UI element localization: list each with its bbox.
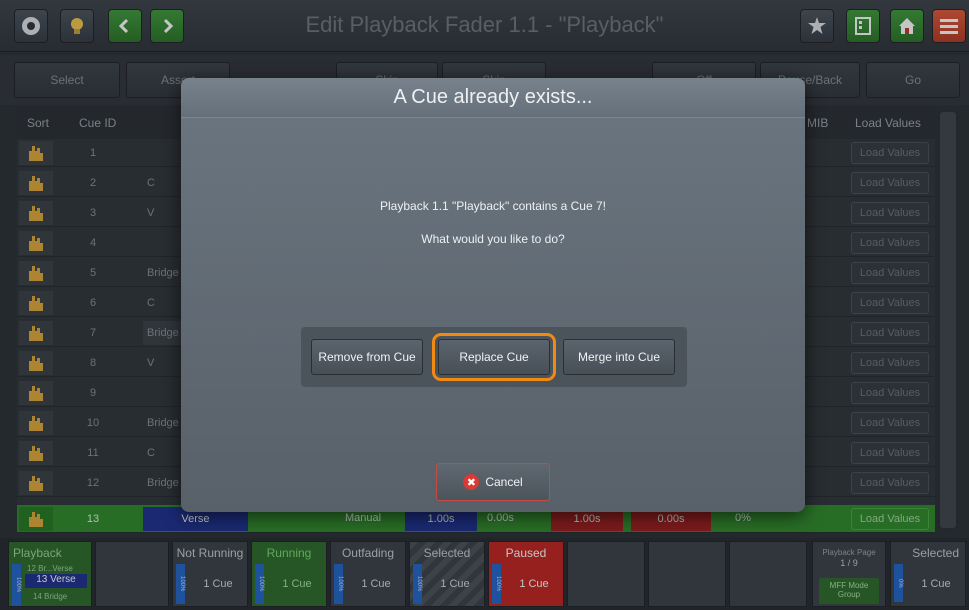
cancel-button[interactable]: ✖ Cancel bbox=[436, 463, 550, 501]
dialog-question: What would you like to do? bbox=[421, 232, 565, 246]
dialog-message: Playback 1.1 "Playback" contains a Cue 7… bbox=[380, 199, 606, 213]
cue-exists-dialog: A Cue already exists... Playback 1.1 "Pl… bbox=[181, 78, 805, 512]
close-icon: ✖ bbox=[463, 474, 480, 490]
remove-from-cue-button[interactable]: Remove from Cue bbox=[311, 339, 423, 375]
dialog-choice-group: Remove from Cue Replace Cue Merge into C… bbox=[301, 327, 687, 387]
replace-cue-button[interactable]: Replace Cue bbox=[432, 333, 556, 381]
cancel-label: Cancel bbox=[485, 475, 523, 489]
dialog-title: A Cue already exists... bbox=[181, 78, 805, 118]
merge-into-cue-button[interactable]: Merge into Cue bbox=[563, 339, 675, 375]
